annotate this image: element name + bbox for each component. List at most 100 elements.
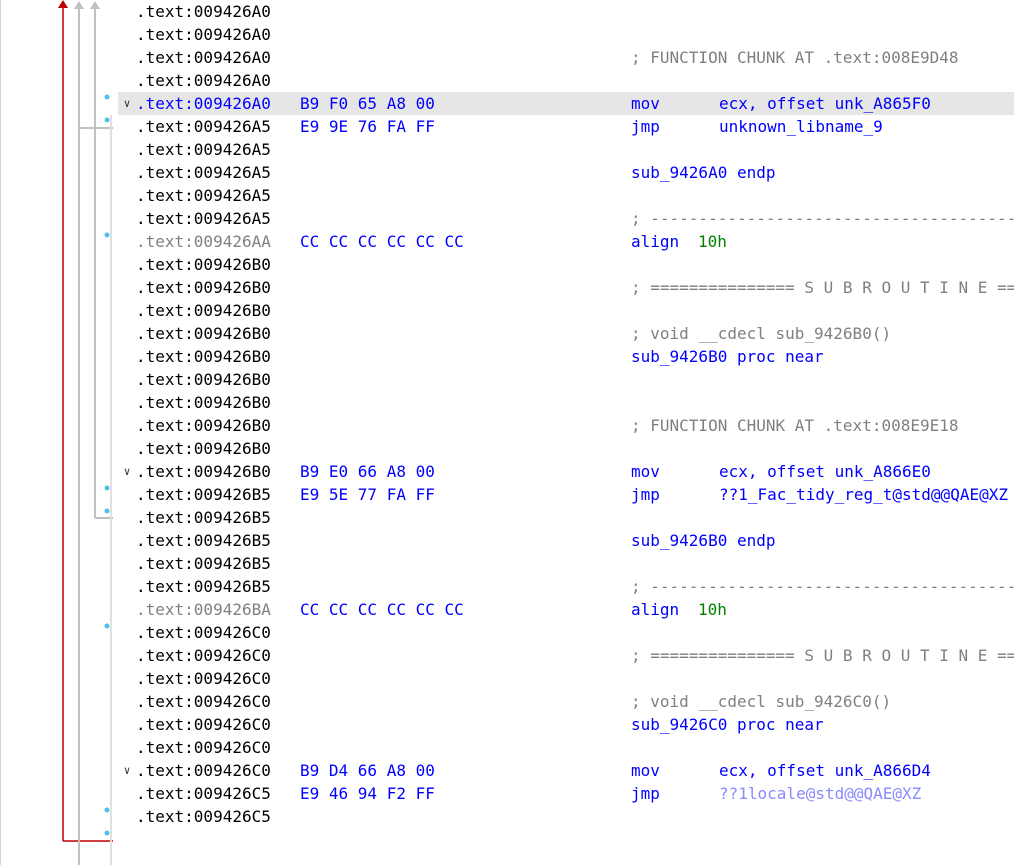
address[interactable]: .text:009426A0 <box>136 92 271 115</box>
operands[interactable]: ??1locale@std@@QAE@XZ <box>719 782 921 805</box>
listing-row[interactable]: .text:009426A5 <box>118 184 1014 207</box>
listing-row[interactable]: .text:009426A5 ; ------------------------… <box>118 207 1014 230</box>
address[interactable]: .text:009426C0 <box>136 736 271 759</box>
mnemonic[interactable]: jmp <box>631 483 660 506</box>
address[interactable]: .text:009426C0 <box>136 644 271 667</box>
listing-row[interactable]: ∨ .text:009426C0 B9 D4 66 A8 00 mov ecx, off… <box>118 759 1014 782</box>
listing-row[interactable]: .text:009426B0 <box>118 299 1014 322</box>
address[interactable]: .text:009426A5 <box>136 207 271 230</box>
address[interactable]: .text:009426C0 <box>136 621 271 644</box>
listing-row[interactable]: .text:009426B0 ; FUNCTION CHUNK AT .text:… <box>118 414 1014 437</box>
bp-dot-icon[interactable] <box>104 232 110 238</box>
address[interactable]: .text:009426B0 <box>136 299 271 322</box>
bp-dot-icon[interactable] <box>104 830 110 836</box>
listing-row[interactable]: .text:009426C5 E9 46 94 F2 FF jmp ??1locale… <box>118 782 1014 805</box>
listing-row[interactable]: .text:009426C0 <box>118 667 1014 690</box>
address[interactable]: .text:009426A5 <box>136 138 271 161</box>
listing-row[interactable]: .text:009426C0 ; =============== S U B R … <box>118 644 1014 667</box>
operands[interactable]: 10h <box>698 230 727 253</box>
listing-row[interactable]: .text:009426A5 sub_9426A0 endp <box>118 161 1014 184</box>
listing-row[interactable]: .text:009426B0 sub_9426B0 proc near <box>118 345 1014 368</box>
disassembly-listing[interactable]: .text:009426A0 .text:009426A0 .text:009426… <box>118 0 1014 865</box>
operands[interactable]: unknown_libname_9 <box>719 115 883 138</box>
listing-row[interactable]: .text:009426B0 ; void __cdecl sub_9426B0(… <box>118 322 1014 345</box>
bp-dot-icon[interactable] <box>104 623 110 629</box>
address[interactable]: .text:009426B0 <box>136 391 271 414</box>
function-label[interactable]: sub_9426B0 endp <box>631 529 776 552</box>
operands[interactable]: ecx, offset unk_A866E0 <box>719 460 931 483</box>
address[interactable]: .text:009426A5 <box>136 115 271 138</box>
function-label[interactable]: sub_9426C0 proc near <box>631 713 824 736</box>
address[interactable]: .text:009426BA <box>136 598 271 621</box>
listing-row[interactable]: .text:009426B0 <box>118 391 1014 414</box>
listing-row[interactable]: .text:009426BA CC CC CC CC CC CC align 10h <box>118 598 1014 621</box>
collapse-chevron-icon[interactable]: ∨ <box>120 92 134 115</box>
address[interactable]: .text:009426B5 <box>136 552 271 575</box>
listing-row[interactable]: .text:009426A5 E9 9E 76 FA FF jmp unknown_l… <box>118 115 1014 138</box>
listing-row[interactable]: .text:009426B0 <box>118 368 1014 391</box>
collapse-chevron-icon[interactable]: ∨ <box>120 460 134 483</box>
listing-row[interactable]: .text:009426A0 <box>118 69 1014 92</box>
listing-row[interactable]: ∨ .text:009426A0 B9 F0 65 A8 00 mov ecx, off… <box>118 92 1014 115</box>
listing-row[interactable]: .text:009426A5 <box>118 138 1014 161</box>
address[interactable]: .text:009426A5 <box>136 161 271 184</box>
operands[interactable]: ecx, offset unk_A865F0 <box>719 92 931 115</box>
bp-dot-icon[interactable] <box>104 508 110 514</box>
listing-row[interactable]: .text:009426C0 sub_9426C0 proc near <box>118 713 1014 736</box>
bp-dot-icon[interactable] <box>104 94 110 100</box>
address[interactable]: .text:009426A0 <box>136 69 271 92</box>
listing-row[interactable]: .text:009426A0 <box>118 0 1014 23</box>
address[interactable]: .text:009426B0 <box>136 437 271 460</box>
address[interactable]: .text:009426B5 <box>136 575 271 598</box>
listing-row[interactable]: .text:009426A0 <box>118 23 1014 46</box>
operands[interactable]: ecx, offset unk_A866D4 <box>719 759 931 782</box>
address[interactable]: .text:009426C5 <box>136 805 271 828</box>
bp-dot-icon[interactable] <box>104 485 110 491</box>
address[interactable]: .text:009426C0 <box>136 690 271 713</box>
bp-dot-icon[interactable] <box>104 117 110 123</box>
address[interactable]: .text:009426B0 <box>136 322 271 345</box>
mnemonic[interactable]: jmp <box>631 115 660 138</box>
mnemonic[interactable]: mov <box>631 759 660 782</box>
listing-row[interactable]: .text:009426A0 ; FUNCTION CHUNK AT .text:… <box>118 46 1014 69</box>
mnemonic[interactable]: align <box>631 598 679 621</box>
mnemonic[interactable]: align <box>631 230 679 253</box>
address[interactable]: .text:009426A5 <box>136 184 271 207</box>
address[interactable]: .text:009426B0 <box>136 276 271 299</box>
listing-row[interactable]: .text:009426B5 ; ------------------------… <box>118 575 1014 598</box>
listing-row[interactable]: .text:009426B0 ; =============== S U B R … <box>118 276 1014 299</box>
listing-row[interactable]: .text:009426B5 sub_9426B0 endp <box>118 529 1014 552</box>
operands[interactable]: ??1_Fac_tidy_reg_t@std@@QAE@XZ <box>719 483 1008 506</box>
listing-row[interactable]: .text:009426C0 ; void __cdecl sub_9426C0(… <box>118 690 1014 713</box>
mnemonic[interactable]: mov <box>631 92 660 115</box>
address[interactable]: .text:009426B0 <box>136 368 271 391</box>
mnemonic[interactable]: jmp <box>631 782 660 805</box>
listing-row[interactable]: .text:009426C0 <box>118 621 1014 644</box>
address[interactable]: .text:009426C0 <box>136 713 271 736</box>
address[interactable]: .text:009426A0 <box>136 0 271 23</box>
mnemonic[interactable]: mov <box>631 460 660 483</box>
listing-row[interactable]: .text:009426B0 <box>118 253 1014 276</box>
address[interactable]: .text:009426B5 <box>136 506 271 529</box>
address[interactable]: .text:009426B0 <box>136 460 271 483</box>
listing-row[interactable]: .text:009426B5 <box>118 506 1014 529</box>
address[interactable]: .text:009426A0 <box>136 23 271 46</box>
address[interactable]: .text:009426C0 <box>136 667 271 690</box>
listing-row[interactable]: .text:009426B5 <box>118 552 1014 575</box>
address[interactable]: .text:009426AA <box>136 230 271 253</box>
address[interactable]: .text:009426B0 <box>136 345 271 368</box>
function-label[interactable]: sub_9426B0 proc near <box>631 345 824 368</box>
listing-row[interactable]: .text:009426C5 <box>118 805 1014 828</box>
listing-row[interactable]: .text:009426C0 <box>118 736 1014 759</box>
bp-dot-icon[interactable] <box>104 807 110 813</box>
address[interactable]: .text:009426A0 <box>136 46 271 69</box>
listing-row[interactable]: .text:009426B0 <box>118 437 1014 460</box>
function-label[interactable]: sub_9426A0 endp <box>631 161 776 184</box>
address[interactable]: .text:009426C5 <box>136 782 271 805</box>
collapse-chevron-icon[interactable]: ∨ <box>120 759 134 782</box>
address[interactable]: .text:009426B5 <box>136 483 271 506</box>
address[interactable]: .text:009426B0 <box>136 414 271 437</box>
listing-row[interactable]: .text:009426B5 E9 5E 77 FA FF jmp ??1_Fac_t… <box>118 483 1014 506</box>
address[interactable]: .text:009426B5 <box>136 529 271 552</box>
address[interactable]: .text:009426B0 <box>136 253 271 276</box>
